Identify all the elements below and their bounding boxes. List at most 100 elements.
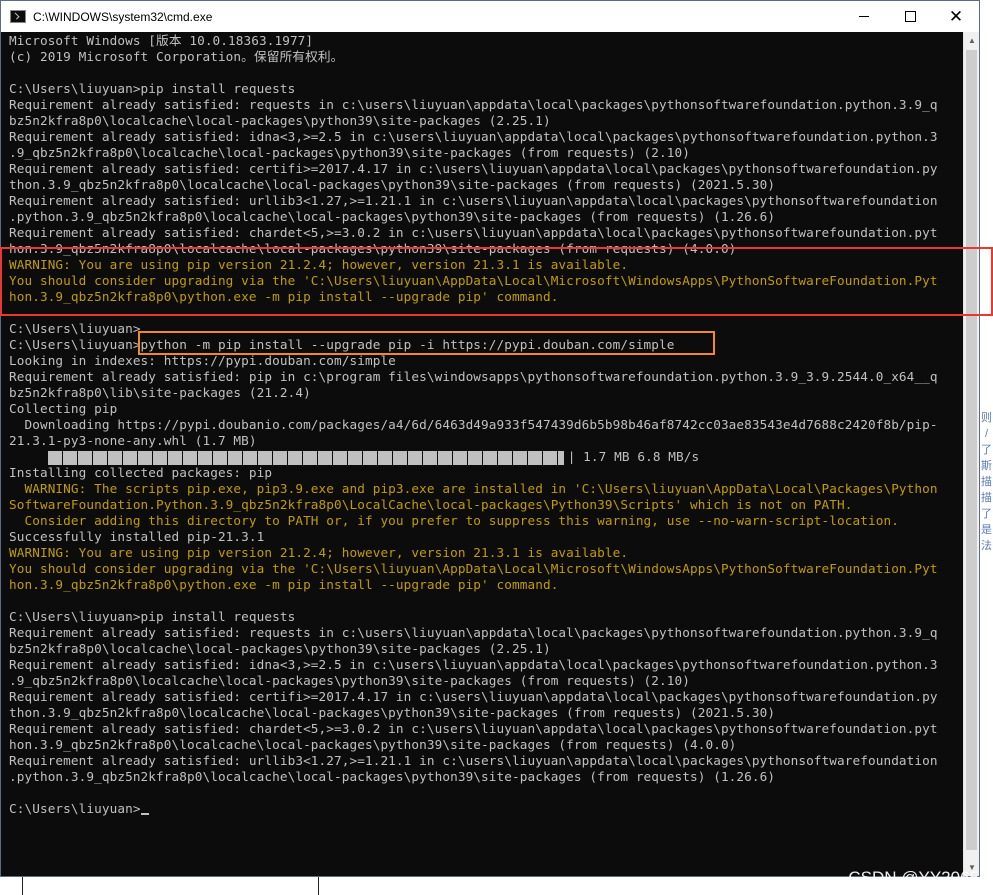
console-line: C:\Users\liuyuan>: [9, 321, 938, 337]
console-line-text: Collecting pip: [9, 401, 118, 416]
console-line: .python.3.9_qbz5n2kfra8p0\localcache\loc…: [9, 769, 938, 785]
minimize-button[interactable]: [841, 1, 887, 32]
console-line-text: C:\Users\liuyuan>: [9, 321, 141, 336]
console-line-text: thon.3.9_qbz5n2kfra8p0\localcache\local-…: [9, 177, 776, 192]
console-line-text: bz5n2kfra8p0\localcache\local-packages\p…: [9, 641, 551, 656]
console-line: Requirement already satisfied: pip in c:…: [9, 369, 938, 385]
console-line: Requirement already satisfied: chardet<5…: [9, 225, 938, 241]
console-line-text: Requirement already satisfied: certifi>=…: [9, 161, 938, 176]
console-line-text: hon.3.9_qbz5n2kfra8p0\localcache\local-p…: [9, 737, 737, 752]
console-line-text: C:\Users\liuyuan>python -m pip install -…: [9, 337, 675, 352]
console-line-text: hon.3.9_qbz5n2kfra8p0\python.exe -m pip …: [9, 577, 559, 592]
console-line: C:\Users\liuyuan>: [9, 801, 938, 817]
console-line: hon.3.9_qbz5n2kfra8p0\localcache\local-p…: [9, 737, 938, 753]
vertical-scrollbar[interactable]: ▲ ▼: [963, 32, 979, 876]
console-line-text: Installing collected packages: pip: [9, 465, 273, 480]
console-line: Installing collected packages: pip: [9, 465, 938, 481]
console-line-text: Requirement already satisfied: pip in c:…: [9, 369, 938, 384]
console-line-text: Consider adding this directory to PATH o…: [9, 513, 899, 528]
console-line: You should consider upgrading via the 'C…: [9, 561, 938, 577]
console-output[interactable]: Microsoft Windows [版本 10.0.18363.1977] (c…: [1, 32, 964, 876]
scroll-up-arrow-icon[interactable]: ▲: [964, 32, 980, 49]
console-line-text: .python.3.9_qbz5n2kfra8p0\localcache\loc…: [9, 769, 776, 784]
console-line-text: .python.3.9_qbz5n2kfra8p0\localcache\loc…: [9, 209, 776, 224]
close-icon: ✕: [948, 6, 964, 26]
console-line-text: Successfully installed pip-21.3.1: [9, 529, 265, 544]
console-line-text: Requirement already satisfied: urllib3<1…: [9, 753, 938, 768]
console-line: .python.3.9_qbz5n2kfra8p0\localcache\loc…: [9, 209, 938, 225]
console-line: bz5n2kfra8p0\lib\site-packages (21.2.4): [9, 385, 938, 401]
maximize-button[interactable]: [887, 1, 933, 32]
close-button[interactable]: ✕: [933, 1, 979, 32]
console-line: hon.3.9_qbz5n2kfra8p0\python.exe -m pip …: [9, 577, 938, 593]
console-line: Requirement already satisfied: urllib3<1…: [9, 193, 938, 209]
console-line-text: WARNING: You are using pip version 21.2.…: [9, 545, 629, 560]
console-line: .9_qbz5n2kfra8p0\localcache\local-packag…: [9, 673, 938, 689]
download-progress-line: | 1.7 MB 6.8 MB/s: [9, 449, 938, 465]
console-line: Requirement already satisfied: urllib3<1…: [9, 753, 938, 769]
console-line: Requirement already satisfied: idna<3,>=…: [9, 129, 938, 145]
console-line: C:\Users\liuyuan>pip install requests: [9, 81, 938, 97]
console-line-text: Downloading https://pypi.doubanio.com/pa…: [9, 417, 938, 432]
console-line: Requirement already satisfied: certifi>=…: [9, 689, 938, 705]
console-line-text: SoftwareFoundation.Python.3.9_qbz5n2kfra…: [9, 497, 853, 512]
background-glyph: 了: [981, 444, 992, 456]
download-progress-bar: [47, 450, 564, 465]
console-line-text: WARNING: You are using pip version 21.2.…: [9, 257, 629, 272]
console-line: .9_qbz5n2kfra8p0\localcache\local-packag…: [9, 145, 938, 161]
console-line-text: Requirement already satisfied: certifi>=…: [9, 689, 938, 704]
console-line-text: thon.3.9_qbz5n2kfra8p0\localcache\local-…: [9, 705, 776, 720]
console-line: Requirement already satisfied: requests …: [9, 97, 938, 113]
console-line: You should consider upgrading via the 'C…: [9, 273, 938, 289]
console-line: Requirement already satisfied: chardet<5…: [9, 721, 938, 737]
console-line: Microsoft Windows [版本 10.0.18363.1977]: [9, 33, 938, 49]
background-glyph: /: [984, 428, 989, 440]
console-line-text: (c) 2019 Microsoft Corporation。保留所有权利。: [9, 49, 344, 64]
console-line: hon.3.9_qbz5n2kfra8p0\localcache\local-p…: [9, 241, 938, 257]
window-title: C:\WINDOWS\system32\cmd.exe: [33, 9, 213, 24]
console-line: WARNING: You are using pip version 21.2.…: [9, 257, 938, 273]
console-line-text: 21.3.1-py3-none-any.whl (1.7 MB): [9, 433, 257, 448]
watermark: CSDN @YY2065: [848, 868, 979, 887]
console-line-text: Requirement already satisfied: chardet<5…: [9, 225, 938, 240]
console-line-text: Requirement already satisfied: requests …: [9, 97, 938, 112]
console-line-text: You should consider upgrading via the 'C…: [9, 561, 938, 576]
console-line-text: Requirement already satisfied: urllib3<1…: [9, 193, 938, 208]
background-glyph: 描: [981, 492, 992, 504]
console-line-text: Looking in indexes: https://pypi.douban.…: [9, 353, 396, 368]
title-bar[interactable]: C:\WINDOWS\system32\cmd.exe ✕: [1, 1, 979, 32]
console-line: Looking in indexes: https://pypi.douban.…: [9, 353, 938, 369]
background-glyph: 则: [981, 412, 992, 424]
console-line-text: hon.3.9_qbz5n2kfra8p0\localcache\local-p…: [9, 241, 737, 256]
background-page-strip: 则 / 了斯描描了是法: [980, 410, 993, 560]
console-line: C:\Users\liuyuan>python -m pip install -…: [9, 337, 938, 353]
maximize-icon: [904, 11, 916, 22]
console-line: C:\Users\liuyuan>pip install requests: [9, 609, 938, 625]
console-line-text: You should consider upgrading via the 'C…: [9, 273, 938, 288]
console-line: hon.3.9_qbz5n2kfra8p0\python.exe -m pip …: [9, 289, 938, 305]
console-line: WARNING: You are using pip version 21.2.…: [9, 545, 938, 561]
console-line: Successfully installed pip-21.3.1: [9, 529, 938, 545]
cmd-window: C:\WINDOWS\system32\cmd.exe ✕ Microsoft …: [0, 0, 980, 877]
console-line: WARNING: The scripts pip.exe, pip3.9.exe…: [9, 481, 938, 497]
console-line-text: .9_qbz5n2kfra8p0\localcache\local-packag…: [9, 673, 690, 688]
background-glyph: 是: [981, 524, 992, 536]
console-line-text: Requirement already satisfied: idna<3,>=…: [9, 129, 938, 144]
console-line-text: bz5n2kfra8p0\lib\site-packages (21.2.4): [9, 385, 311, 400]
console-line-text: Requirement already satisfied: requests …: [9, 625, 938, 640]
console-line-text: C:\Users\liuyuan>pip install requests: [9, 81, 296, 96]
text-cursor: [140, 813, 149, 815]
console-line: (c) 2019 Microsoft Corporation。保留所有权利。: [9, 49, 938, 65]
console-line: Consider adding this directory to PATH o…: [9, 513, 938, 529]
console-line: thon.3.9_qbz5n2kfra8p0\localcache\local-…: [9, 705, 938, 721]
console-line: Requirement already satisfied: certifi>=…: [9, 161, 938, 177]
cmd-icon: [10, 10, 26, 23]
scroll-thumb[interactable]: [966, 50, 977, 850]
background-page-bottom: [0, 877, 993, 895]
console-line-text: .9_qbz5n2kfra8p0\localcache\local-packag…: [9, 145, 690, 160]
console-line-text: hon.3.9_qbz5n2kfra8p0\python.exe -m pip …: [9, 289, 559, 304]
console-line-text: Microsoft Windows [版本 10.0.18363.1977]: [9, 33, 314, 48]
